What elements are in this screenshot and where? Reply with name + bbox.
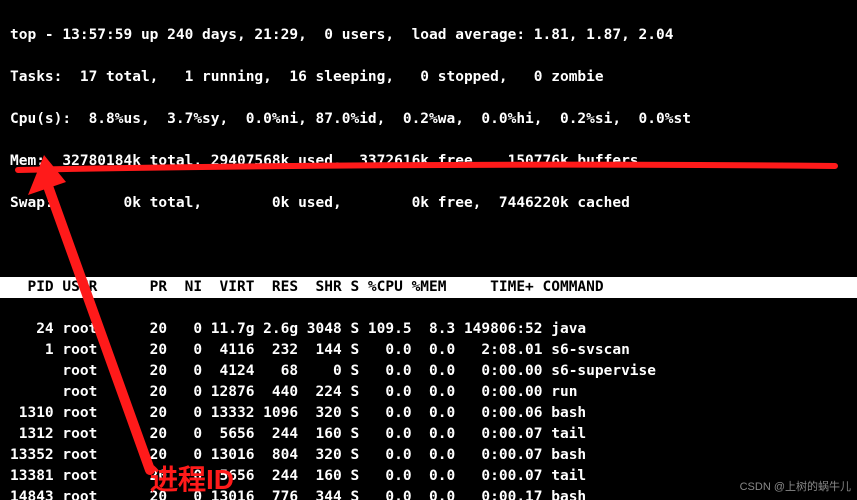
process-row-highlighted: 24 root 20 0 11.7g 2.6g 3048 S 109.5 8.3… — [10, 319, 851, 340]
summary-line-swap: Swap: 0k total, 0k used, 0k free, 744622… — [10, 193, 851, 214]
process-row: root 20 0 12876 440 224 S 0.0 0.0 0:00.0… — [10, 382, 851, 403]
process-row: 13381 root 20 0 5656 244 160 S 0.0 0.0 0… — [10, 466, 851, 487]
summary-line-tasks: Tasks: 17 total, 1 running, 16 sleeping,… — [10, 67, 851, 88]
process-row: root 20 0 4124 68 0 S 0.0 0.0 0:00.00 s6… — [10, 361, 851, 382]
blank-line — [10, 235, 851, 256]
process-row: 13352 root 20 0 13016 804 320 S 0.0 0.0 … — [10, 445, 851, 466]
annotation-label: 进程ID — [150, 460, 234, 500]
watermark-text: CSDN @上树的蜗牛儿 — [740, 480, 851, 496]
terminal-output: top - 13:57:59 up 240 days, 21:29, 0 use… — [0, 0, 857, 500]
process-list: 24 root 20 0 11.7g 2.6g 3048 S 109.5 8.3… — [10, 319, 851, 500]
process-row: 14843 root 20 0 13016 776 344 S 0.0 0.0 … — [10, 487, 851, 500]
process-row: 1 root 20 0 4116 232 144 S 0.0 0.0 2:08.… — [10, 340, 851, 361]
column-header-row: PID USER PR NI VIRT RES SHR S %CPU %MEM … — [0, 277, 857, 298]
process-row: 1310 root 20 0 13332 1096 320 S 0.0 0.0 … — [10, 403, 851, 424]
summary-line-mem: Mem: 32780184k total, 29407568k used, 33… — [10, 151, 851, 172]
summary-line-uptime: top - 13:57:59 up 240 days, 21:29, 0 use… — [10, 25, 851, 46]
summary-line-cpu: Cpu(s): 8.8%us, 3.7%sy, 0.0%ni, 87.0%id,… — [10, 109, 851, 130]
process-row: 1312 root 20 0 5656 244 160 S 0.0 0.0 0:… — [10, 424, 851, 445]
